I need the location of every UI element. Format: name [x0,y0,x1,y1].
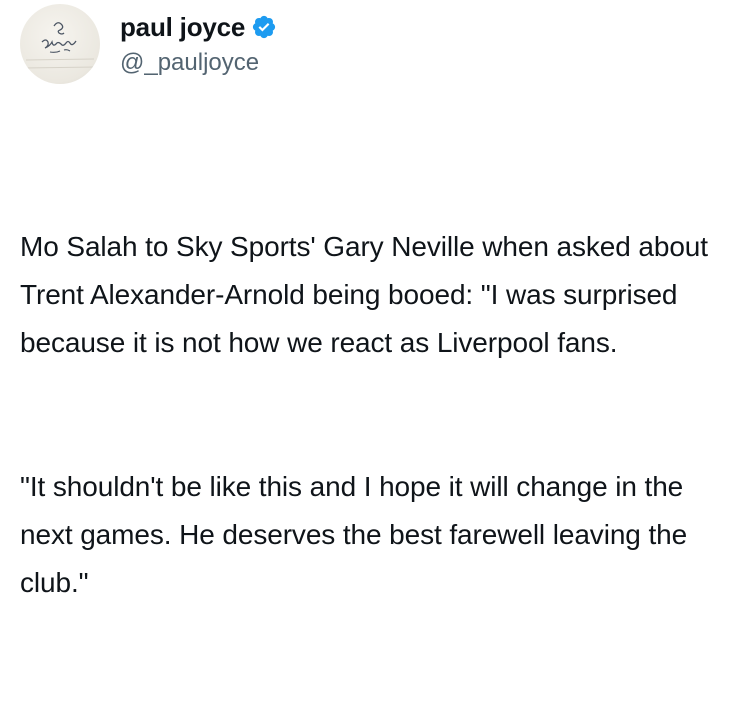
author-handle[interactable]: @_pauljoyce [120,47,277,79]
tweet-paragraph-2: "It shouldn't be like this and I hope it… [20,471,695,598]
author-avatar[interactable] [20,4,100,84]
author-names: paul joyce @_pauljoyce [120,9,277,79]
tweet-text: Mo Salah to Sky Sports' Gary Neville whe… [20,127,735,703]
author-display-name[interactable]: paul joyce [120,12,245,43]
tweet-header: paul joyce @_pauljoyce [20,4,277,84]
tweet-paragraph-1: Mo Salah to Sky Sports' Gary Neville whe… [20,231,716,358]
signature-icon [23,22,97,69]
tweet-card: paul joyce @_pauljoyce Mo Salah to Sky S… [0,0,750,598]
name-row: paul joyce [120,9,277,45]
verified-badge-icon [251,14,277,40]
